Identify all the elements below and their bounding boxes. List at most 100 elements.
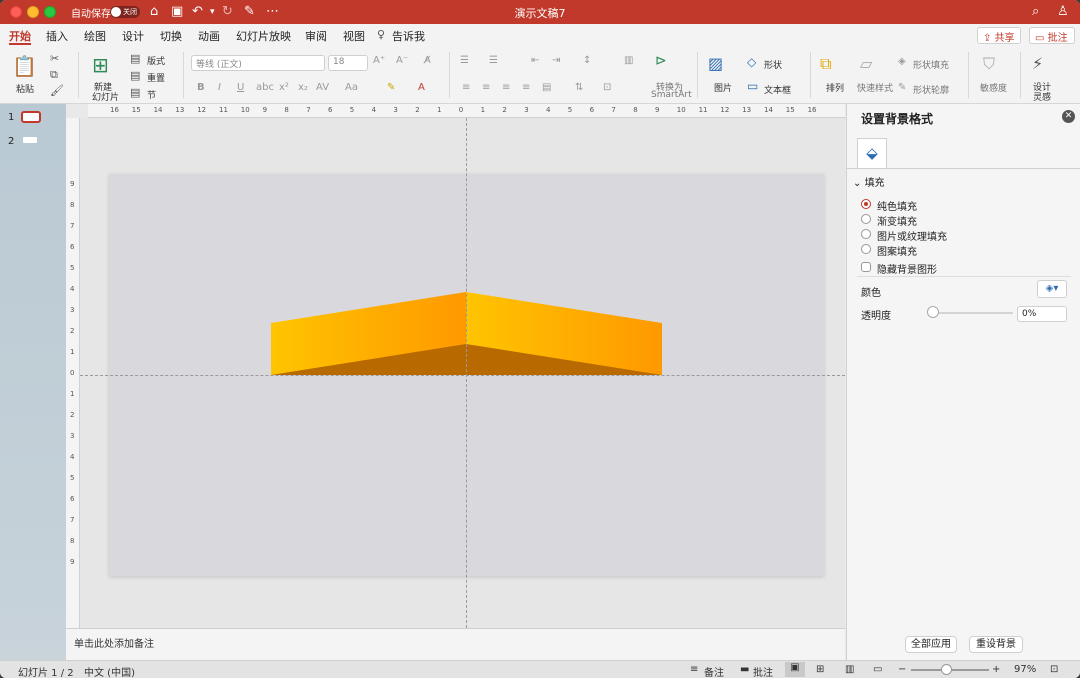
change-case-icon[interactable]: Aa [345,82,358,93]
paste-label[interactable]: 粘贴 [16,82,34,95]
slide-thumbnail-2[interactable] [23,137,37,143]
textbox-button[interactable]: 文本框 [764,83,791,96]
distributed-icon[interactable]: ▤ [542,82,551,93]
horizontal-guide[interactable] [80,375,845,376]
notes-placeholder[interactable]: 单击此处添加备注 [74,635,154,650]
char-spacing-icon[interactable]: AV [316,82,329,93]
tab-slideshow[interactable]: 幻灯片放映 [236,28,291,44]
transparency-input[interactable]: 0% [1017,306,1067,322]
transparency-slider-track[interactable] [933,312,1013,314]
fit-slide-icon[interactable]: ⊡ [1050,664,1058,675]
italic-button[interactable]: I [218,82,221,93]
align-right-icon[interactable]: ≡ [502,82,510,93]
apply-all-button[interactable]: 全部应用 [905,636,957,653]
paste-icon[interactable]: 📋 [12,54,37,78]
slide-sorter-icon[interactable]: ⊞ [816,664,824,675]
vertical-guide[interactable] [466,118,467,628]
tab-tell-me[interactable]: 告诉我 [392,28,425,44]
sensitivity-icon[interactable]: ⛉ [983,54,995,74]
increase-font-icon[interactable]: A⁺ [373,55,385,66]
tab-design[interactable]: 设计 [122,28,144,44]
align-left-icon[interactable]: ≡ [462,82,470,93]
zoom-level[interactable]: 97% [1014,664,1036,675]
transparency-slider-knob[interactable] [927,306,939,318]
sensitivity-label[interactable]: 敏感度 [980,81,1007,94]
arrange-label[interactable]: 排列 [826,81,844,94]
zoom-slider-knob[interactable] [941,664,952,675]
designer-label-2[interactable]: 灵感 [1033,90,1051,103]
tab-home[interactable]: 开始 [9,28,31,44]
language-indicator[interactable]: 中文 (中国) [84,664,135,678]
search-icon[interactable]: ⌕ [1032,4,1039,20]
arrange-icon[interactable]: ⧉ [820,54,831,74]
tab-animations[interactable]: 动画 [198,28,220,44]
reset-button[interactable]: 重置 [147,71,165,84]
align-text-icon[interactable]: ⊡ [603,82,611,93]
picture-icon[interactable]: ▨ [708,54,723,73]
line-spacing-icon[interactable]: ↕ [583,55,591,66]
justify-icon[interactable]: ≡ [522,82,530,93]
strikethrough-icon[interactable]: abc [256,82,274,93]
slideshow-icon[interactable]: ▭ [873,664,882,675]
checkbox[interactable] [861,262,871,272]
decrease-font-icon[interactable]: A⁻ [396,55,408,66]
notes-button[interactable]: 备注 [704,664,724,678]
new-slide-icon[interactable]: ⊞ [92,53,109,77]
copy-icon[interactable]: ⧉ [50,68,58,82]
account-icon[interactable]: ♙ [1057,4,1069,20]
radio-button[interactable] [861,214,871,224]
slide-thumbnail-1[interactable] [21,111,41,123]
color-picker-button[interactable]: ◈▾ [1037,280,1067,298]
align-center-icon[interactable]: ≡ [482,82,490,93]
fill-section-header[interactable]: ⌄ 填充 [853,174,885,189]
columns-icon[interactable]: ▥ [624,55,633,66]
radio-button[interactable] [861,199,871,209]
smartart-label-2[interactable]: SmartArt [651,90,692,100]
font-size-select[interactable]: 18 [328,55,368,71]
reset-background-button[interactable]: 重设背景 [969,636,1023,653]
underline-button[interactable]: U [237,82,244,93]
normal-view-icon[interactable]: ▣ [785,662,805,677]
radio-button[interactable] [861,229,871,239]
quick-styles-icon[interactable]: ▱ [860,54,872,73]
zoom-in-icon[interactable]: + [992,664,1000,675]
zoom-out-icon[interactable]: − [898,664,906,675]
superscript-icon[interactable]: x² [279,82,289,93]
decrease-indent-icon[interactable]: ⇤ [531,55,539,66]
smartart-icon[interactable]: ⊳ [655,53,667,69]
share-button[interactable]: ⇪ 共享 [977,27,1021,44]
picture-label[interactable]: 图片 [714,81,732,94]
shapes-button[interactable]: 形状 [764,58,782,71]
layout-button[interactable]: 版式 [147,54,165,67]
comments-button[interactable]: 批注 [753,664,773,678]
new-slide-label-2[interactable]: 幻灯片 [92,90,119,103]
tab-view[interactable]: 视图 [343,28,365,44]
tab-transitions[interactable]: 切换 [160,28,182,44]
text-direction-icon[interactable]: ⇅ [575,82,583,93]
shape-outline-button[interactable]: 形状轮廓 [913,83,949,96]
shape-fill-button[interactable]: 形状填充 [913,58,949,71]
clear-format-icon[interactable]: A̸ [424,55,431,66]
font-name-select[interactable]: 等线 (正文) [191,55,325,71]
font-color-icon[interactable]: A [418,82,425,93]
reading-view-icon[interactable]: ▥ [845,664,854,675]
highlight-icon[interactable]: ✎ [387,82,395,93]
close-icon[interactable]: ✕ [1062,110,1075,123]
bullets-icon[interactable]: ☰ [460,55,469,66]
bold-button[interactable]: B [197,82,205,93]
increase-indent-icon[interactable]: ⇥ [552,55,560,66]
section-button[interactable]: 节 [147,88,156,101]
notes-pane[interactable]: 单击此处添加备注 [66,628,845,660]
designer-icon[interactable]: ⚡ [1032,54,1043,73]
tab-draw[interactable]: 绘图 [84,28,106,44]
quick-styles-label[interactable]: 快速样式 [857,81,893,94]
format-painter-icon[interactable]: 🖌 [50,84,64,97]
comment-button[interactable]: ▭ 批注 [1029,27,1075,44]
cut-icon[interactable]: ✂ [50,52,59,65]
fill-tab-bucket-icon[interactable]: ⬙ [857,138,887,168]
radio-button[interactable] [861,244,871,254]
tab-insert[interactable]: 插入 [46,28,68,44]
subscript-icon[interactable]: x₂ [298,82,308,93]
numbering-icon[interactable]: ☰ [489,55,498,66]
slide-canvas[interactable] [80,118,845,628]
